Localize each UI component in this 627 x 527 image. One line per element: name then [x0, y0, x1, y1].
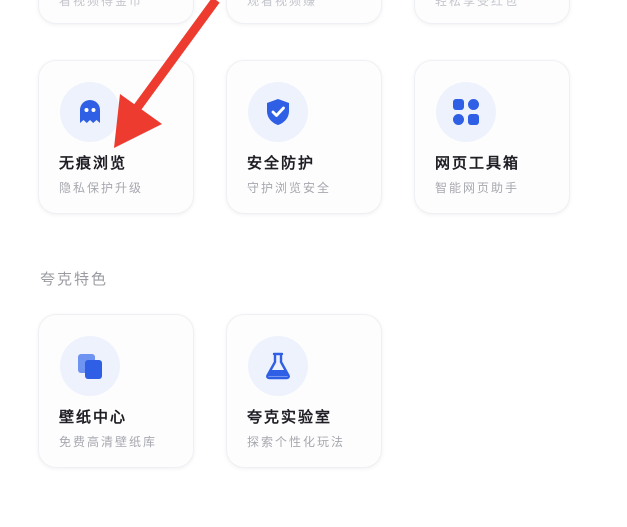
card-title: 安全防护 [247, 154, 316, 172]
flask-icon [266, 352, 290, 380]
section-title-quark-features: 夸克特色 [40, 270, 109, 288]
incognito-browsing-card[interactable]: 无痕浏览 隐私保护升级 [38, 60, 194, 214]
card-subtitle: 轻松享受红包 [435, 0, 520, 8]
card-subtitle: 看视频得金币 [59, 0, 144, 8]
card-subtitle: 隐私保护升级 [59, 181, 144, 195]
card-title: 壁纸中心 [59, 408, 128, 426]
top-card-1[interactable]: 看视频得金币 [38, 0, 194, 24]
card-subtitle: 免费高清壁纸库 [59, 435, 158, 449]
card-subtitle: 守护浏览安全 [247, 181, 332, 195]
card-title: 夸克实验室 [247, 408, 333, 426]
shield-check-icon [267, 99, 289, 125]
icon-badge [248, 82, 308, 142]
card-subtitle: 智能网页助手 [435, 181, 520, 195]
top-card-2[interactable]: 观看视频赚 [226, 0, 382, 24]
security-protection-card[interactable]: 安全防护 守护浏览安全 [226, 60, 382, 214]
icon-badge [60, 82, 120, 142]
card-title: 无痕浏览 [59, 154, 128, 172]
web-toolbox-card[interactable]: 网页工具箱 智能网页助手 [414, 60, 570, 214]
top-card-3[interactable]: 轻松享受红包 [414, 0, 570, 24]
icon-badge [248, 336, 308, 396]
icon-badge [436, 82, 496, 142]
icon-badge [60, 336, 120, 396]
card-subtitle: 观看视频赚 [247, 0, 318, 8]
wallpaper-icon [78, 354, 102, 379]
card-title: 网页工具箱 [435, 154, 521, 172]
wallpaper-center-card[interactable]: 壁纸中心 免费高清壁纸库 [38, 314, 194, 468]
ghost-icon [80, 100, 100, 123]
quark-lab-card[interactable]: 夸克实验室 探索个性化玩法 [226, 314, 382, 468]
apps-grid-icon [453, 99, 479, 125]
card-subtitle: 探索个性化玩法 [247, 435, 346, 449]
